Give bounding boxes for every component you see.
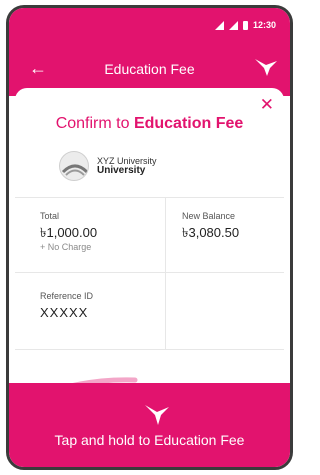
divider bbox=[15, 272, 284, 273]
wifi-icon bbox=[214, 20, 224, 30]
app-bar: ← Education Fee bbox=[9, 54, 290, 84]
biller-type: University bbox=[97, 165, 146, 176]
university-logo-icon bbox=[59, 151, 89, 181]
signal-icon bbox=[228, 20, 238, 30]
new-balance-label: New Balance bbox=[182, 211, 236, 221]
divider bbox=[15, 197, 284, 198]
app-header: 12:30 ← Education Fee bbox=[9, 8, 290, 96]
new-balance-value: ৳3,080.50 bbox=[182, 225, 240, 240]
page-title: Education Fee bbox=[104, 61, 195, 77]
close-icon[interactable]: ✕ bbox=[260, 96, 274, 113]
tap-and-hold-button[interactable]: Tap and hold to Education Fee bbox=[9, 383, 290, 467]
biller-info: XYZ University University bbox=[59, 151, 157, 181]
brand-bird-icon bbox=[254, 57, 278, 82]
confirm-target: Education Fee bbox=[133, 115, 244, 132]
divider bbox=[165, 197, 166, 349]
brand-bird-icon bbox=[144, 402, 170, 431]
charge-note: + No Charge bbox=[40, 242, 92, 252]
reference-value: XXXXX bbox=[40, 305, 89, 320]
divider bbox=[15, 349, 284, 350]
total-label: Total bbox=[40, 211, 60, 221]
back-arrow-icon[interactable]: ← bbox=[29, 58, 47, 78]
battery-icon bbox=[242, 20, 248, 30]
status-bar: 12:30 bbox=[214, 17, 276, 33]
reference-label: Reference ID bbox=[40, 291, 94, 301]
confirm-card: ✕ Confirm to Education Fee XYZ Universit… bbox=[15, 88, 284, 383]
confirm-prefix: Confirm to bbox=[55, 115, 130, 132]
phone-frame: 12:30 ← Education Fee ✕ Confirm to Educa… bbox=[6, 5, 293, 470]
tap-and-hold-label: Tap and hold to Education Fee bbox=[54, 432, 245, 448]
confirm-heading: Confirm to Education Fee bbox=[15, 115, 284, 133]
status-time: 12:30 bbox=[252, 20, 276, 30]
